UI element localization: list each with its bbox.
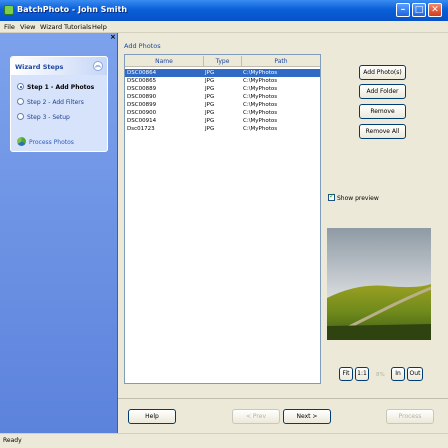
zoom-in-button[interactable]: In <box>391 367 405 381</box>
remove-button[interactable]: Remove <box>359 104 406 119</box>
photo-list-header: Name Type Path <box>125 55 320 67</box>
column-path[interactable]: Path <box>242 58 320 65</box>
step-radio-icon <box>17 98 24 105</box>
menu-tutorials[interactable]: Tutorials <box>64 23 91 31</box>
table-row[interactable]: DSC00900 JPG C:\MyPhotos <box>125 109 320 117</box>
status-text: Ready <box>3 437 22 444</box>
wizard-steps-title: Wizard Steps <box>15 63 64 71</box>
collapse-chevron-icon[interactable]: ︽ <box>93 61 103 71</box>
zoom-out-button[interactable]: Out <box>407 367 423 381</box>
zoom-level: 8% <box>376 372 385 378</box>
add-folder-button[interactable]: Add Folder <box>359 84 406 99</box>
actual-size-button[interactable]: 1:1 <box>355 367 369 381</box>
menu-view[interactable]: View <box>20 23 35 31</box>
menu-help[interactable]: Help <box>92 23 107 31</box>
remove-all-button[interactable]: Remove All <box>359 124 406 139</box>
next-button[interactable]: Next > <box>283 409 331 424</box>
table-row[interactable]: DSC00914 JPG C:\MyPhotos <box>125 117 320 125</box>
add-photos-title: Add Photos <box>124 42 161 50</box>
table-row[interactable]: Dsc01723 JPG C:\MyPhotos <box>125 125 320 133</box>
app-icon <box>4 5 14 15</box>
landscape-preview-image <box>327 228 431 340</box>
table-row[interactable]: DSC00865 JPG C:\MyPhotos <box>125 77 320 85</box>
table-row[interactable]: DSC00890 JPG C:\MyPhotos <box>125 93 320 101</box>
minimize-button[interactable]: – <box>396 3 410 17</box>
table-row[interactable]: DSC00899 JPG C:\MyPhotos <box>125 101 320 109</box>
wizard-step-3[interactable]: Step 3 - Setup <box>17 113 70 121</box>
maximize-button[interactable]: □ <box>412 3 426 17</box>
step-radio-icon <box>17 113 24 120</box>
table-row[interactable]: DSC00889 JPG C:\MyPhotos <box>125 85 320 93</box>
checkbox-check-icon <box>328 192 335 201</box>
table-row[interactable]: DSC00864 JPG C:\MyPhotos <box>125 69 320 77</box>
process-button[interactable]: Process <box>386 409 434 424</box>
help-button[interactable]: Help <box>128 409 176 424</box>
process-icon <box>17 137 26 146</box>
add-photos-button[interactable]: Add Photo(s) <box>359 65 406 80</box>
menu-file[interactable]: File <box>4 23 15 31</box>
step-radio-icon <box>17 83 24 90</box>
photo-preview <box>327 228 431 340</box>
menu-bar: File View Wizard Tutorials Help <box>0 21 448 33</box>
prev-button[interactable]: < Prev <box>232 409 280 424</box>
title-bar: BatchPhoto - John Smith – □ ✕ <box>0 0 448 21</box>
window-title: BatchPhoto - John Smith <box>17 5 128 14</box>
photo-list[interactable]: Name Type Path DSC00864 JPG C:\MyPhotos … <box>124 54 321 384</box>
fit-button[interactable]: Fit <box>339 367 353 381</box>
wizard-steps-header: Wizard Steps ︽ <box>11 57 107 75</box>
process-photos-link[interactable]: Process Photos <box>17 137 74 146</box>
menu-wizard[interactable]: Wizard <box>40 23 62 31</box>
wizard-step-1[interactable]: Step 1 - Add Photos <box>17 83 94 91</box>
sidebar-close-icon[interactable]: × <box>110 33 116 41</box>
wizard-steps-panel: Wizard Steps ︽ Step 1 - Add Photos Step … <box>10 56 108 152</box>
column-name[interactable]: Name <box>125 58 203 65</box>
column-type[interactable]: Type <box>204 58 241 65</box>
close-button[interactable]: ✕ <box>428 3 442 17</box>
show-preview-checkbox[interactable]: Show preview <box>328 192 379 202</box>
wizard-step-2[interactable]: Step 2 - Add Filters <box>17 98 84 106</box>
status-bar: Ready <box>0 433 448 448</box>
divider <box>118 398 448 399</box>
